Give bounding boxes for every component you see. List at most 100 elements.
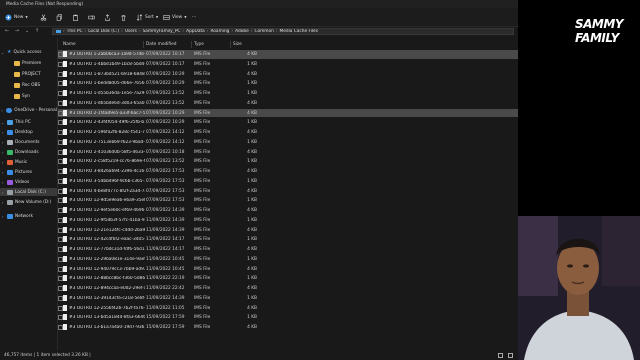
file-row[interactable]: #3 OUTRO 2-c58f5219-cc76-869e-f74e-4...0… (58, 157, 518, 166)
file-size: 4 KB (247, 149, 257, 155)
breadcrumb-users[interactable]: Users (125, 29, 137, 34)
file-row[interactable]: #3 OUTRO 12-894ccaa-e0d2-29ef-a573-9...1… (58, 284, 518, 293)
file-row[interactable]: #3 OUTRO 1-873bd521-b918-6848-5cb2-...07… (58, 70, 518, 79)
breadcrumb-common[interactable]: Common (254, 29, 273, 34)
file-row[interactable]: #3 OUTRO 12-39143cfa-c218-5e8f-8d19-7...… (58, 294, 518, 303)
chevron-right-icon: › (1, 213, 4, 219)
file-date: 11/09/2022 14:39 (146, 217, 185, 223)
file-date: 11/09/2022 14:39 (146, 295, 185, 301)
file-type: IMS File (194, 130, 211, 135)
nav-premiere[interactable]: Premiere (0, 59, 57, 67)
nav-downloads[interactable]: › Downloads (0, 148, 57, 156)
share-button[interactable] (104, 12, 111, 22)
file-row[interactable]: #3 OUTRO 12-9f5db3f-57fc-41ba-9a69-...11… (58, 216, 518, 225)
tiles-view-icon[interactable] (508, 353, 513, 358)
file-icon (63, 80, 67, 87)
file-row[interactable]: #3 OUTRO 2-7513eb69-f623-9bad-4666-a...0… (58, 138, 518, 147)
back-arrow-icon[interactable]: ← (4, 28, 10, 35)
nav-syn[interactable]: Syn (0, 92, 57, 100)
file-date: 15/09/2022 17:59 (146, 315, 185, 321)
column-header-date[interactable]: Date modified (146, 42, 176, 47)
file-row[interactable]: #3 OUTRO 12-9ef5e60c-ef69-4696-f9f7-4...… (58, 206, 518, 215)
file-row[interactable]: #3 OUTRO 12-21e124fc-c4dd-2ba9-1902-...1… (58, 226, 518, 235)
file-row[interactable]: #3 OUTRO 12-77bdc31d-fdf6-56d1-ad5b-...1… (58, 245, 518, 254)
column-header-name[interactable]: Name (63, 42, 76, 47)
nav-desktop[interactable]: › Desktop (0, 128, 57, 136)
nav-onedrive[interactable]: › OneDrive - Personal (0, 106, 57, 114)
breadcrumb-this-pc[interactable]: This PC (67, 29, 83, 34)
file-row[interactable]: #3 OUTRO 12-88bcc8bc-f360-5d86-9fe0-...1… (58, 274, 518, 283)
file-row[interactable]: #3 OUTRO 12-9d5e9ea6-e6a9-35ef-d5e9-...0… (58, 196, 518, 205)
file-row[interactable]: #3 OUTRO 4-be8f477c-8f2f-2a3d-7ae9-b...0… (58, 187, 518, 196)
file-row[interactable]: #3 OUTRO 1-d55b36da-1e5e-7a29-c9fd-1...0… (58, 89, 518, 98)
file-row[interactable]: #3 OUTRO 1-bedd8d05-d66e-7656-7fe1-5...0… (58, 79, 518, 88)
file-icon (63, 304, 67, 311)
recent-chevron-icon[interactable]: ⌄ (24, 28, 30, 35)
file-size: 1 KB (247, 139, 257, 145)
file-row[interactable]: #3 OUTRO 13-b1a7a4a0-19d7-9361-6ad7-...1… (58, 323, 518, 332)
sort-button[interactable]: Sort ▼ (136, 12, 158, 22)
more-options-button[interactable]: ··· (192, 12, 196, 22)
file-date: 07/09/2022 13:52 (146, 100, 185, 106)
paste-button[interactable] (72, 12, 79, 22)
drive-icon (7, 199, 13, 205)
file-row[interactable]: #3 OUTRO 2-41036d0b-58f5-4633-b9b9-e...0… (58, 148, 518, 157)
file-date: 07/09/2022 10:17 (146, 61, 185, 67)
file-row[interactable]: #3 OUTRO 12-29ba081e-314e-9ae9-b90c-...1… (58, 255, 518, 264)
file-row[interactable]: #3 OUTRO 2-1f4ad9e5-a33f-6ac7-5c1-...07/… (58, 108, 518, 118)
column-header-type[interactable]: Type (194, 42, 204, 47)
nav-this-pc[interactable]: ⌄ This PC (0, 118, 57, 126)
chevron-down-icon: ▼ (25, 15, 28, 19)
file-name: #3 OUTRO 3-8426a694-2396-4c16-d4dd-... (69, 169, 145, 174)
breadcrumb-appdata[interactable]: AppData (186, 29, 205, 34)
breadcrumb-local-disk[interactable]: Local Disk (C:) (88, 29, 119, 34)
breadcrumb-media-cache-files[interactable]: Media Cache Files (280, 29, 318, 34)
file-row[interactable]: #3 OUTRO 1-2ab06ca3-1a9d-57db-9a39-1...0… (58, 50, 518, 59)
chevron-right-icon: › (1, 179, 4, 185)
file-size: 1 KB (247, 198, 257, 204)
nav-new-volume-d[interactable]: › New Volume (D:) (0, 198, 57, 206)
file-row[interactable]: #3 OUTRO 3-8426a694-2396-4c16-d4dd-...07… (58, 167, 518, 176)
file-name: #3 OUTRO 2-1f4ad9e5-a33f-6ac7-5c1-... (69, 110, 145, 116)
nav-project[interactable]: PROJECT (0, 70, 57, 78)
file-name: #3 OUTRO 12-39143cfa-c218-5e8f-8d19-7... (69, 295, 145, 301)
file-row[interactable]: #3 OUTRO 2-43f4f054-49f6-25fb-b1ac-35...… (58, 118, 518, 127)
file-date: 15/09/2022 17:59 (146, 325, 185, 330)
file-row[interactable]: #3 OUTRO 12-2556f42b-7b2f-fa76-eab9-...1… (58, 304, 518, 313)
column-header-size[interactable]: Size (233, 42, 242, 47)
copy-button[interactable] (56, 12, 63, 22)
file-row[interactable]: #3 OUTRO 1-d65bde6d-3d03-65a0-f1dd-...07… (58, 99, 518, 108)
file-size: 4 KB (247, 286, 257, 291)
breadcrumb-adobe[interactable]: Adobe (235, 29, 249, 34)
address-bar[interactable]: › This PC › Local Disk (C:) › Users › Sa… (52, 28, 514, 35)
nav-rec-obs[interactable]: Rec OBS (0, 81, 57, 89)
nav-videos[interactable]: › Videos (0, 178, 57, 186)
chevron-right-icon: › (1, 149, 4, 155)
delete-button[interactable] (120, 12, 127, 22)
view-button[interactable]: View ▼ (163, 12, 187, 22)
nav-network[interactable]: › Network (0, 212, 57, 220)
breadcrumb-roaming[interactable]: Roaming (211, 29, 230, 34)
file-name: #3 OUTRO 12-29ba081e-314e-9ae9-b90c-... (69, 256, 145, 262)
file-type: IMS File (194, 149, 211, 155)
new-button[interactable]: New ▼ (5, 12, 28, 22)
clipboard-icon (73, 14, 78, 21)
nav-music[interactable]: › Music (0, 158, 57, 166)
file-row[interactable]: #3 OUTRO 12-94079cc3-7bb9-ad93-31de-...1… (58, 265, 518, 274)
rename-button[interactable] (88, 12, 95, 22)
details-view-icon[interactable] (498, 353, 503, 358)
file-row[interactable]: #3 OUTRO 3-54bb496f-9c6b-c365-13da-1...0… (58, 177, 518, 186)
nav-documents[interactable]: › Documents (0, 138, 57, 146)
cut-button[interactable] (40, 12, 47, 22)
forward-arrow-icon[interactable]: → (14, 28, 20, 35)
nav-local-disk-c[interactable]: › Local Disk (C:) (0, 188, 57, 196)
file-row[interactable]: #3 OUTRO 13-bd5a184d-8fa3-6646-4505-...1… (58, 313, 518, 322)
nav-pictures[interactable]: › Pictures (0, 168, 57, 176)
nav-quick-access[interactable]: ⌄ ★ Quick access (0, 48, 57, 56)
file-row[interactable]: #3 OUTRO 1-4bbd1b49-1bc8-5bd4-3ba4-8...0… (58, 60, 518, 69)
file-size: 1 KB (247, 295, 257, 301)
breadcrumb-user[interactable]: SammyFamily_PC (143, 29, 181, 34)
up-arrow-icon[interactable]: ↑ (34, 28, 40, 35)
file-row[interactable]: #3 OUTRO 2-596fa2fb-828c-f541-7cc5-0d...… (58, 128, 518, 137)
file-row[interactable]: #3 OUTRO 12-42c4f6f2-eaac-3405-9a87-...1… (58, 235, 518, 244)
